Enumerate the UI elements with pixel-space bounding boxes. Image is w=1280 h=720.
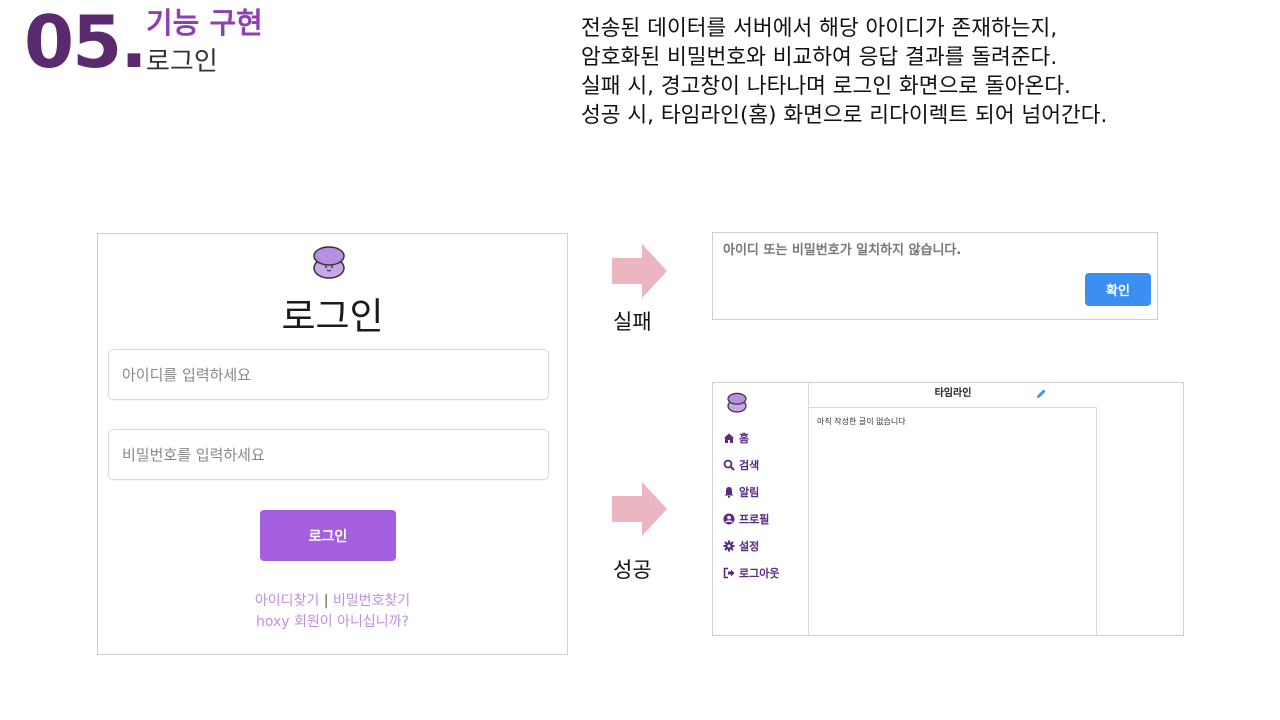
nav-item-settings[interactable]: 설정 [723, 538, 759, 554]
confirm-button[interactable]: 확인 [1085, 273, 1151, 306]
nav-label: 홈 [739, 432, 750, 445]
nav-item-notifications[interactable]: 알림 [723, 484, 759, 500]
description-line: 실패 시, 경고창이 나타나며 로그인 화면으로 돌아온다. [581, 74, 1071, 99]
timeline-title: 타임라인 [809, 383, 1097, 408]
empty-feed-message: 아직 작성한 글이 없습니다 [817, 417, 906, 426]
nav-item-home[interactable]: 홈 [723, 430, 749, 446]
find-id-link[interactable]: 아이디찾기 [255, 593, 319, 609]
logo-icon[interactable] [725, 391, 749, 415]
user-icon [723, 513, 735, 525]
bell-icon [724, 487, 734, 498]
nav-label: 알림 [739, 486, 760, 499]
timeline-sidebar: 홈 검색 알림 프로필 설정 로그아웃 [713, 383, 809, 635]
nav-label: 로그아웃 [739, 567, 780, 580]
id-placeholder: 아이디를 입력하세요 [122, 366, 251, 384]
timeline-screenshot: 홈 검색 알림 프로필 설정 로그아웃 타임라인 아직 작성한 글이 없습니다 [712, 382, 1184, 636]
nav-item-profile[interactable]: 프로필 [723, 511, 769, 527]
home-icon [724, 433, 734, 443]
gear-icon [723, 540, 735, 552]
success-arrow-icon [612, 482, 667, 536]
login-button[interactable]: 로그인 [260, 510, 396, 561]
description-line: 전송된 데이터를 서버에서 해당 아이디가 존재하는지, [581, 16, 1058, 41]
nav-label: 설정 [739, 540, 760, 553]
logout-icon [723, 567, 735, 579]
id-input[interactable]: 아이디를 입력하세요 [108, 349, 549, 400]
success-label: 성공 [613, 558, 652, 582]
nav-item-logout[interactable]: 로그아웃 [723, 565, 779, 581]
password-input[interactable]: 비밀번호를 입력하세요 [108, 429, 549, 480]
link-separator: | [323, 593, 329, 609]
password-placeholder: 비밀번호를 입력하세요 [122, 446, 265, 464]
fail-arrow-icon [612, 244, 667, 298]
fail-label: 실패 [613, 310, 652, 334]
section-number: 05. [24, 0, 148, 84]
account-links: 아이디찾기 | 비밀번호찾기 hoxy 회원이 아니십니까? [98, 591, 567, 633]
description: 전송된 데이터를 서버에서 해당 아이디가 존재하는지, 암호화된 비밀번호와 … [581, 14, 1271, 130]
description-line: 암호화된 비밀번호와 비교하여 응답 결과를 돌려준다. [581, 45, 1058, 70]
nav-label: 프로필 [739, 513, 770, 526]
section-title: 기능 구현 [146, 6, 263, 40]
find-password-link[interactable]: 비밀번호찾기 [333, 593, 410, 609]
signup-link[interactable]: hoxy 회원이 아니십니까? [98, 612, 567, 633]
pencil-icon[interactable] [1035, 388, 1047, 400]
fail-alert-dialog: 아이디 또는 비밀번호가 일치하지 않습니다. 확인 [712, 232, 1158, 320]
nav-label: 검색 [739, 459, 760, 472]
timeline-feed: 아직 작성한 글이 없습니다 [809, 408, 1097, 636]
search-icon [723, 459, 735, 471]
description-line: 성공 시, 타임라인(홈) 화면으로 리다이렉트 되어 넘어간다. [581, 103, 1108, 128]
login-screenshot: 로그인 아이디를 입력하세요 비밀번호를 입력하세요 로그인 아이디찾기 | 비… [97, 233, 568, 655]
logo-icon [313, 246, 345, 279]
section-subtitle: 로그인 [146, 47, 218, 77]
nav-item-search[interactable]: 검색 [723, 457, 759, 473]
login-title: 로그인 [281, 295, 384, 338]
alert-message: 아이디 또는 비밀번호가 일치하지 않습니다. [723, 243, 962, 258]
